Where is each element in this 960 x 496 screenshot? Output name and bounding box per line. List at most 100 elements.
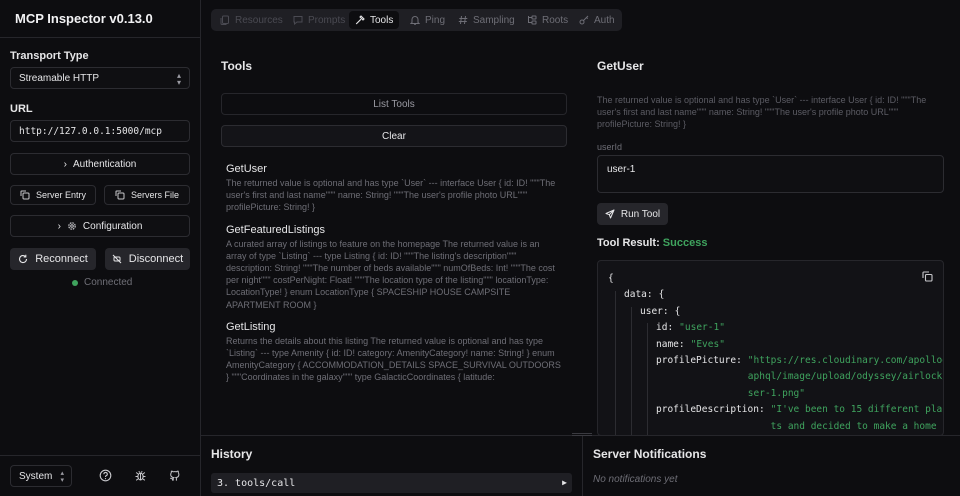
json-key: profilePicture:: [656, 355, 742, 367]
theme-value: System: [19, 470, 53, 482]
user-id-value: user-1: [607, 164, 636, 175]
updown-chevron-icon: ▴ ▾: [60, 470, 64, 484]
json-view: {data:{user:{id: "user-1" name: "Eves" profi…: [608, 271, 943, 435]
refresh-icon: [19, 254, 28, 264]
hash-icon: [458, 15, 468, 25]
json-value: "I've been to 15 different plane ts and …: [770, 404, 943, 432]
list-tools-button[interactable]: List Tools: [221, 93, 567, 115]
tool-name: GetListing: [226, 320, 276, 333]
json-key: user:: [640, 305, 669, 317]
servers-file-label: Servers File: [130, 190, 179, 200]
message-icon: [293, 16, 303, 25]
json-line: name: "Eves": [608, 337, 933, 353]
tool-item-getlisting[interactable]: GetListing Returns the details about thi…: [226, 321, 562, 384]
server-entry-label: Server Entry: [35, 190, 86, 200]
server-entry-button[interactable]: Server Entry: [10, 185, 96, 205]
tools-panel-title: Tools: [221, 59, 253, 73]
authentication-button[interactable]: › Authentication: [10, 153, 190, 175]
url-value: http://127.0.0.1:5000/mcp: [19, 125, 162, 137]
selected-tool-description: The returned value is optional and has t…: [597, 95, 927, 130]
json-key: data:: [624, 289, 653, 301]
json-line: profilePicture: "https://res.cloudinary.c…: [608, 353, 943, 402]
tool-description: Returns the details about this listing T…: [226, 335, 561, 383]
tab-label: Auth: [594, 14, 615, 26]
help-circle-icon[interactable]: [99, 469, 112, 482]
tab-auth[interactable]: Auth: [573, 11, 621, 29]
servers-file-button[interactable]: Servers File: [104, 185, 190, 205]
json-line: {: [608, 271, 933, 287]
user-id-input[interactable]: user-1: [597, 155, 944, 193]
json-value: "user-1": [679, 322, 725, 334]
tool-item-getfeaturedlistings[interactable]: GetFeaturedListings A curated array of l…: [226, 224, 562, 311]
run-tool-button[interactable]: Run Tool: [597, 203, 668, 225]
url-input[interactable]: http://127.0.0.1:5000/mcp: [10, 120, 190, 142]
connection-status-text: Connected: [84, 277, 133, 288]
hammer-icon: [355, 15, 365, 25]
tool-list: GetUser The returned value is optional a…: [226, 163, 562, 399]
json-key: id:: [656, 322, 674, 334]
updown-chevron-icon: ▴ ▾: [176, 71, 181, 87]
play-icon[interactable]: ▶: [562, 478, 567, 487]
tool-result-box: {data:{user:{id: "user-1" name: "Eves" profi…: [597, 260, 944, 436]
tool-description: A curated array of listings to feature o…: [226, 238, 555, 310]
unplug-icon: [112, 254, 122, 264]
tool-item-getuser[interactable]: GetUser The returned value is optional a…: [226, 163, 562, 214]
json-key: {: [608, 273, 614, 284]
copy-icon[interactable]: [922, 271, 933, 282]
tab-label: Resources: [235, 14, 283, 26]
gear-icon: [68, 222, 76, 230]
disconnect-button[interactable]: Disconnect: [105, 248, 190, 270]
chevron-right-icon: ›: [57, 220, 61, 232]
json-value: {: [658, 289, 665, 301]
disconnect-label: Disconnect: [128, 253, 184, 265]
tool-result-label: Tool Result:: [597, 237, 660, 249]
folder-tree-icon: [528, 15, 537, 25]
json-key: profileDescription:: [656, 404, 765, 416]
send-icon: [605, 209, 615, 219]
status-dot-icon: [72, 279, 78, 286]
tab-label: Prompts: [308, 14, 346, 26]
sidebar-divider: [0, 37, 200, 38]
app-title: MCP Inspector v0.13.0: [15, 11, 153, 26]
json-line: id: "user-1": [608, 320, 933, 336]
run-tool-label: Run Tool: [620, 208, 661, 220]
configuration-label: Configuration: [82, 220, 143, 232]
json-value: {: [674, 305, 681, 317]
authentication-label: Authentication: [72, 158, 137, 170]
bell-icon: [410, 16, 420, 25]
tab-prompts[interactable]: Prompts: [287, 11, 351, 29]
chevron-right-icon: ›: [63, 158, 67, 170]
json-key: name:: [656, 338, 685, 350]
bug-icon[interactable]: [134, 469, 147, 482]
reconnect-button[interactable]: Reconnect: [10, 248, 96, 270]
configuration-button[interactable]: › Configuration: [10, 215, 190, 237]
tab-ping[interactable]: Ping: [404, 11, 451, 29]
tool-name: GetUser: [226, 163, 267, 175]
tab-bar: Resources Prompts Tools Ping Sampling Ro…: [211, 9, 622, 31]
transport-type-label: Transport Type: [10, 50, 89, 62]
theme-select[interactable]: System ▴ ▾: [10, 465, 72, 487]
bottom-vertical-divider: [582, 436, 583, 496]
param-label: userId: [597, 142, 623, 152]
tab-label: Sampling: [473, 14, 515, 26]
history-entry[interactable]: 3. tools/call ▶: [211, 473, 572, 493]
tab-roots[interactable]: Roots: [521, 11, 574, 29]
tab-tools[interactable]: Tools: [349, 11, 400, 29]
json-line: profileDescription: "I've been to 15 diff…: [608, 402, 943, 435]
clear-button[interactable]: Clear: [221, 125, 567, 147]
transport-type-select[interactable]: Streamable HTTP ▴ ▾: [10, 67, 190, 89]
server-notifications-title: Server Notifications: [593, 447, 707, 461]
tab-resources[interactable]: Resources: [214, 11, 289, 29]
json-line: data: {: [608, 287, 933, 303]
history-entry-label: 3. tools/call: [217, 477, 296, 489]
url-label: URL: [10, 103, 33, 115]
reconnect-label: Reconnect: [35, 253, 88, 265]
connection-status: Connected: [72, 277, 132, 288]
tab-sampling[interactable]: Sampling: [452, 11, 521, 29]
github-icon[interactable]: [168, 469, 181, 482]
tab-label: Tools: [370, 14, 394, 26]
no-notifications-text: No notifications yet: [593, 474, 678, 485]
json-value: "Eves": [690, 338, 725, 350]
json-line: user: {: [608, 304, 933, 320]
tool-name: GetFeaturedListings: [226, 223, 326, 236]
